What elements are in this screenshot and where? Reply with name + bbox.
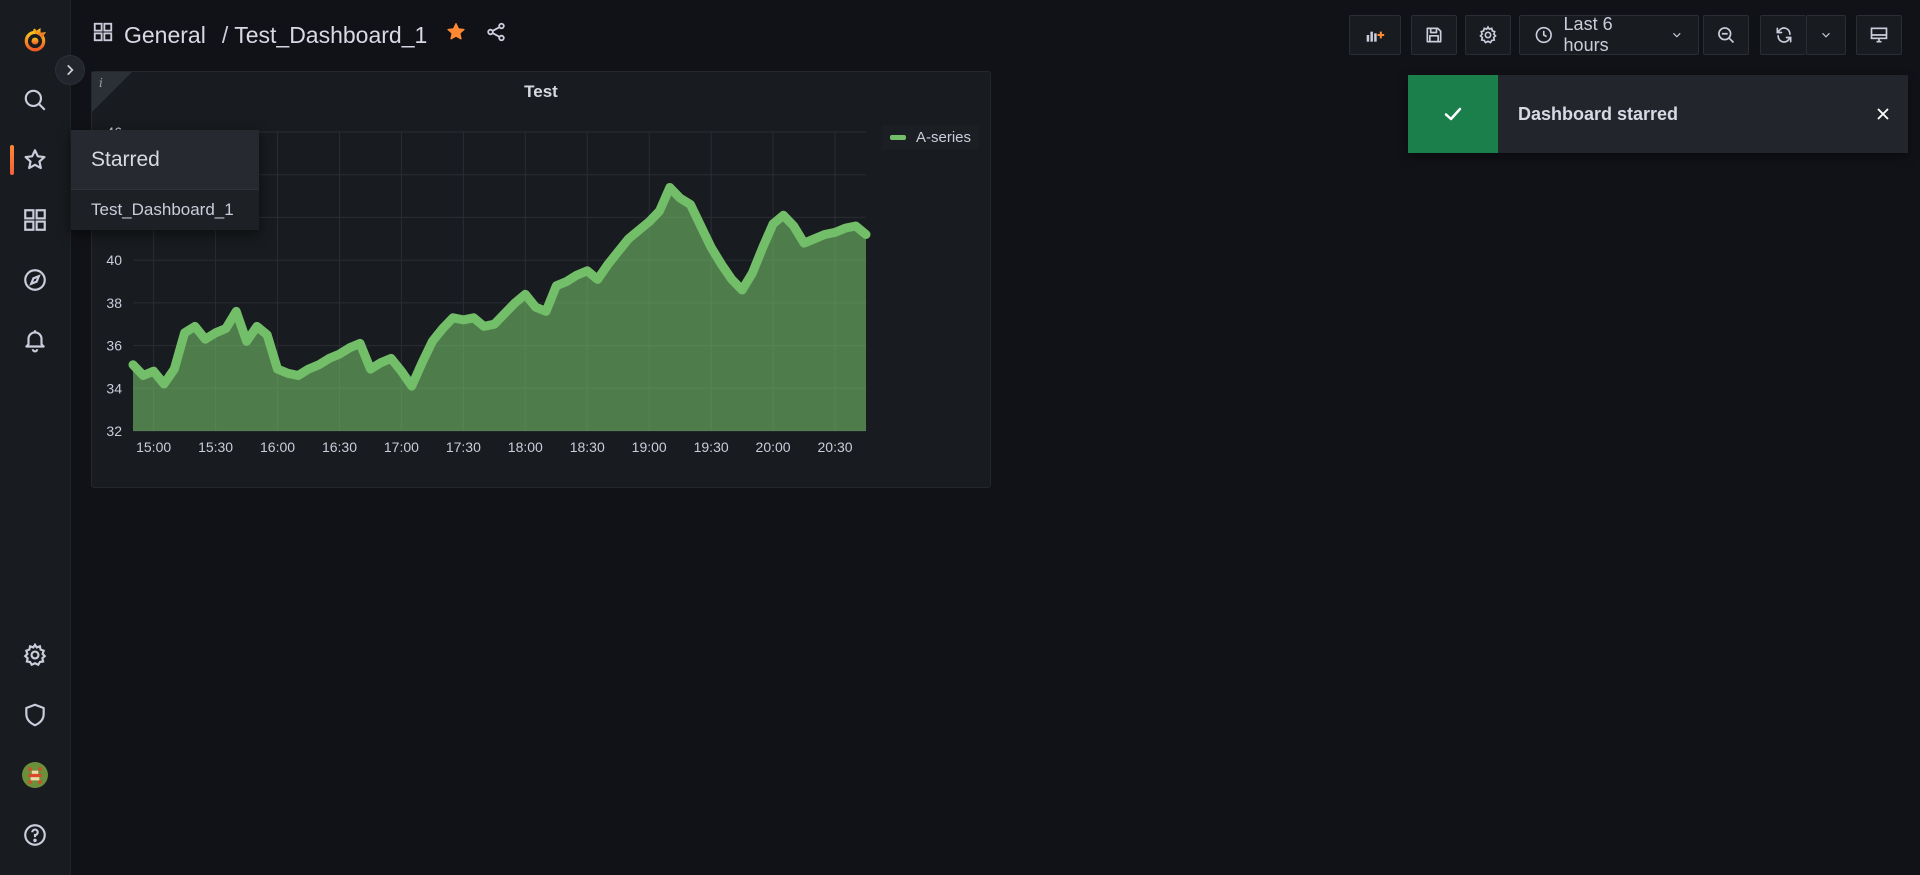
toast-notification: Dashboard starred [1408,75,1908,153]
sidebar [0,0,71,875]
chevron-down-icon [1673,32,1681,38]
sidebar-expand-button[interactable] [55,55,85,85]
grafana-logo-icon[interactable] [17,22,53,58]
toolbar-zoom [1703,15,1749,55]
y-tick-label: 36 [106,338,122,354]
x-tick-label: 16:30 [322,439,357,455]
toolbar-settings [1465,15,1511,55]
legend: A-series [882,125,980,150]
toast-message: Dashboard starred [1518,103,1679,124]
toolbar-save [1411,15,1457,55]
explore-icon[interactable] [17,262,53,298]
x-tick-label: 18:30 [570,439,605,455]
dashboard-settings-button[interactable] [1465,15,1511,55]
save-icon [1426,27,1442,43]
x-tick-label: 16:00 [260,439,295,455]
shield-icon[interactable] [17,697,53,733]
x-tick-label: 20:30 [818,439,853,455]
y-tick-label: 34 [106,380,122,396]
chevron-down-icon [1822,32,1830,38]
starred-menu-title: Starred [71,130,259,190]
breadcrumb-dashboard[interactable]: Test_Dashboard_1 [234,22,427,49]
save-button[interactable] [1411,15,1457,55]
starred-item-test-dashboard[interactable]: Test_Dashboard_1 [71,190,259,230]
y-tick-label: 38 [106,295,122,311]
check-icon [1408,75,1498,153]
help-icon[interactable] [17,817,53,853]
dashboards-icon[interactable] [17,202,53,238]
star-icon[interactable] [445,21,467,49]
search-icon[interactable] [17,82,53,118]
x-tick-label: 19:00 [632,439,667,455]
y-tick-label: 40 [106,252,122,268]
active-indicator [10,145,14,175]
share-icon[interactable] [485,21,507,49]
add-panel-button[interactable] [1349,15,1401,55]
avatar[interactable] [17,757,53,793]
clock-icon [1535,26,1552,44]
refresh-button[interactable] [1760,15,1806,55]
refresh-icon [1776,27,1791,43]
x-tick-label: 15:00 [136,439,171,455]
tv-mode-button[interactable] [1856,15,1902,55]
toolbar-refresh [1760,15,1846,55]
x-tick-label: 15:30 [198,439,233,455]
x-tick-label: 17:30 [446,439,481,455]
close-icon[interactable] [1858,94,1908,134]
toolbar-time: Last 6 hours [1519,14,1699,55]
breadcrumb-folder[interactable]: General [124,22,206,49]
starred-dropdown: Starred Test_Dashboard_1 [71,130,259,230]
legend-series-name[interactable]: A-series [916,129,971,146]
x-tick-label: 19:30 [694,439,729,455]
time-range-picker[interactable]: Last 6 hours [1519,14,1699,55]
refresh-interval-button[interactable] [1806,15,1846,55]
time-range-label: Last 6 hours [1563,14,1613,55]
zoom-out-icon [1718,27,1735,44]
x-tick-label: 17:00 [384,439,419,455]
toolbar [1349,15,1401,55]
gear-icon [1479,25,1497,44]
legend-swatch [890,135,906,140]
star-icon[interactable] [17,142,53,178]
breadcrumb-separator: / [221,21,229,48]
toolbar-tv [1856,15,1902,55]
dashboards-icon [92,21,114,49]
zoom-out-button[interactable] [1703,15,1749,55]
tv-icon [1870,27,1888,43]
x-tick-label: 20:00 [756,439,791,455]
y-tick-label: 32 [106,423,122,439]
x-tick-label: 18:00 [508,439,543,455]
alerting-icon[interactable] [17,322,53,358]
gear-icon[interactable] [17,637,53,673]
add-panel-icon [1366,31,1385,42]
breadcrumb: General / Test_Dashboard_1 [92,18,507,52]
